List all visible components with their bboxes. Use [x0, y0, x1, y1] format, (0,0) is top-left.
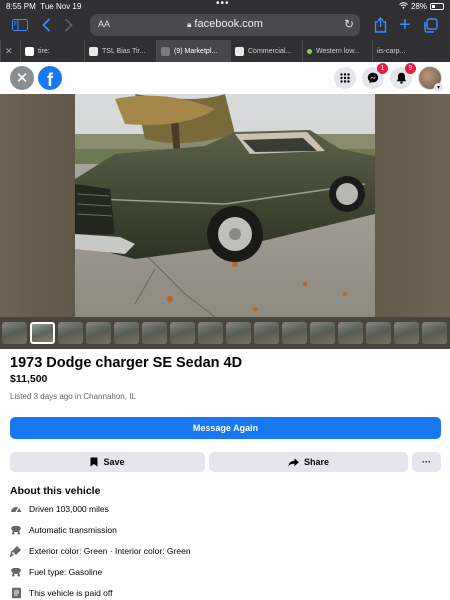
about-vehicle-heading: About this vehicle: [10, 485, 101, 497]
close-icon: ✕: [15, 70, 29, 87]
thumbnail[interactable]: [86, 322, 111, 344]
battery-percent: 28%: [410, 2, 427, 11]
share-label: Share: [303, 457, 329, 467]
thumbnail[interactable]: [310, 322, 335, 344]
browser-chrome: 8:55 PM Tue Nov 19 ••• 28% AA 🔒︎ faceboo…: [0, 0, 450, 62]
listing-title: 1973 Dodge charger SE Sedan 4D: [10, 355, 243, 371]
close-tab-icon[interactable]: [161, 46, 170, 56]
share-sheet-icon[interactable]: [370, 15, 390, 35]
main-photo[interactable]: [75, 94, 375, 317]
paint-icon: [10, 545, 22, 557]
status-time: 8:55 PM Tue Nov 19: [6, 2, 82, 11]
fuel-icon: [10, 566, 22, 578]
forward-icon[interactable]: [58, 15, 78, 35]
facebook-header: ✕ f 1 9 ▾: [0, 62, 450, 94]
detail-paid-off: This vehicle is paid off: [10, 586, 112, 600]
status-right: 28%: [399, 2, 444, 11]
photo-thumbnails: [0, 317, 450, 349]
thumbnail[interactable]: [394, 322, 419, 344]
odometer-icon: [10, 503, 22, 515]
detail-text: Automatic transmission: [29, 525, 117, 535]
tire-favicon-icon: [235, 46, 244, 56]
back-icon[interactable]: [36, 15, 56, 35]
tab-strip: ✕ tire: TSL Bias Tir... (9) Marketpl... …: [0, 40, 450, 62]
tab-marketplace[interactable]: (9) Marketpl...: [156, 40, 230, 62]
tabs-overview-icon[interactable]: [420, 15, 440, 35]
share-arrow-icon: [288, 457, 299, 467]
detail-text: Fuel type: Gasoline: [29, 567, 103, 577]
thumbnail[interactable]: [338, 322, 363, 344]
chart-favicon-icon: [89, 46, 98, 56]
notifications-badge: 9: [405, 63, 416, 74]
thumbnail[interactable]: [2, 322, 27, 344]
facebook-logo-icon[interactable]: f: [38, 66, 62, 90]
car-photo-icon: [75, 94, 375, 317]
new-tab-icon[interactable]: +: [395, 14, 415, 36]
dot-favicon-icon: [307, 48, 312, 54]
wifi-icon: [399, 2, 408, 11]
tab-carpet[interactable]: iis-carp...: [372, 40, 450, 62]
lock-icon: 🔒︎: [187, 20, 192, 29]
battery-icon: [430, 3, 444, 10]
tab-close-button[interactable]: ✕: [0, 40, 20, 62]
chevron-down-icon[interactable]: ▾: [434, 83, 443, 92]
thumbnail[interactable]: [198, 322, 223, 344]
reload-icon[interactable]: ↻: [344, 17, 354, 31]
tab-tsl-bias-tire[interactable]: TSL Bias Tir...: [84, 40, 156, 62]
thumbnail[interactable]: [282, 322, 307, 344]
more-options-button[interactable]: ···: [412, 452, 441, 472]
browser-toolbar: AA 🔒︎ facebook.com ↻ +: [0, 12, 450, 38]
google-favicon-icon: [25, 46, 34, 56]
thumbnail[interactable]: [114, 322, 139, 344]
multitask-dots-icon[interactable]: •••: [216, 0, 230, 9]
detail-text: Driven 103,000 miles: [29, 504, 109, 514]
document-icon: [10, 587, 22, 599]
detail-transmission: Automatic transmission: [10, 523, 117, 537]
tab-western-low[interactable]: Western low...: [302, 40, 372, 62]
detail-color: Exterior color: Green · Interior color: …: [10, 544, 191, 558]
detail-text: Exterior color: Green · Interior color: …: [29, 546, 191, 556]
save-button[interactable]: Save: [10, 452, 205, 472]
bell-icon: [396, 72, 406, 84]
messenger-badge: 1: [377, 63, 388, 74]
save-label: Save: [103, 457, 125, 467]
grid-icon: [340, 73, 350, 83]
thumbnail[interactable]: [366, 322, 391, 344]
thumbnail[interactable]: [142, 322, 167, 344]
thumbnail[interactable]: [422, 322, 447, 344]
listing-price: $11,500: [10, 373, 48, 385]
bookmark-icon: [90, 457, 98, 467]
thumbnail[interactable]: [58, 322, 83, 344]
tab-commercial[interactable]: Commercial...: [230, 40, 302, 62]
messenger-button[interactable]: 1: [362, 63, 388, 89]
menu-grid-button[interactable]: [334, 67, 356, 89]
close-listing-button[interactable]: ✕: [10, 66, 34, 90]
sidebar-icon[interactable]: [10, 15, 30, 35]
address-bar[interactable]: AA 🔒︎ facebook.com ↻: [90, 14, 360, 36]
status-bar: 8:55 PM Tue Nov 19 ••• 28%: [0, 0, 450, 12]
photo-gallery[interactable]: [0, 94, 450, 349]
notifications-button[interactable]: 9: [390, 63, 416, 89]
detail-mileage: Driven 103,000 miles: [10, 502, 109, 516]
messenger-icon: [367, 72, 379, 84]
tab-tire[interactable]: tire:: [20, 40, 84, 62]
share-button[interactable]: Share: [209, 452, 408, 472]
listing-location: Listed 3 days ago in Channahon, IL: [10, 392, 136, 401]
thumbnail[interactable]: [226, 322, 251, 344]
message-again-button[interactable]: Message Again: [10, 417, 441, 439]
thumbnail-selected[interactable]: [30, 322, 55, 344]
url-text[interactable]: 🔒︎ facebook.com: [90, 18, 360, 30]
detail-text: This vehicle is paid off: [29, 588, 113, 598]
more-icon: ···: [422, 457, 431, 467]
thumbnail[interactable]: [254, 322, 279, 344]
detail-fuel: Fuel type: Gasoline: [10, 565, 102, 579]
thumbnail[interactable]: [170, 322, 195, 344]
transmission-icon: [10, 524, 22, 536]
